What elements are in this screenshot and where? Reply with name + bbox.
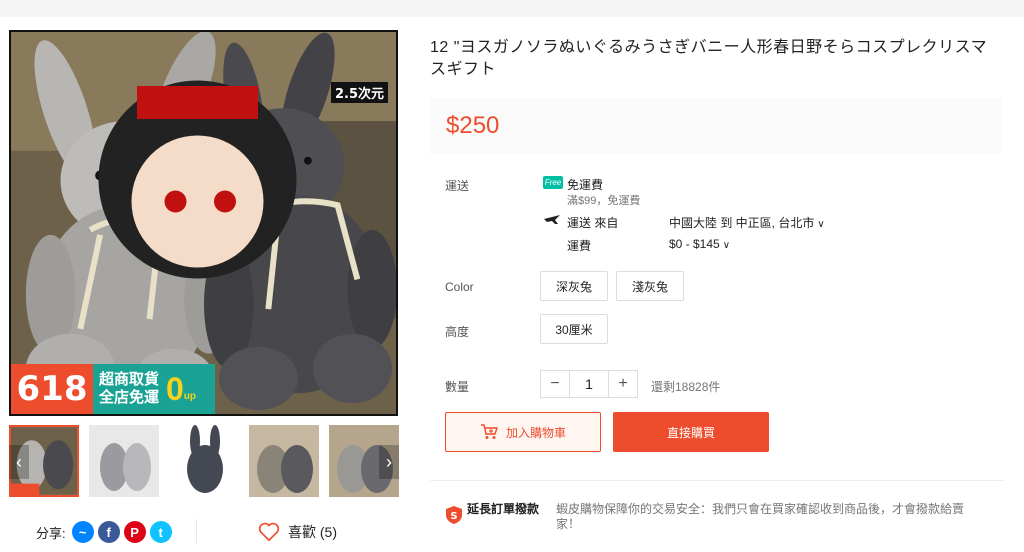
shipping-fee-label: 運費 (567, 239, 592, 253)
guarantee-description: 蝦皮購物保障你的交易安全：我們只會在買家確認收到商品後，才會撥款給賣家！ (556, 502, 965, 531)
facebook-icon[interactable]: f (97, 521, 120, 543)
buy-now-button[interactable]: 直接購買 (613, 412, 769, 452)
guarantee-title: 延長訂單撥款 (467, 502, 540, 516)
promo-banner: 618 超商取貨 全店免運 0 up (11, 364, 215, 414)
quantity-increase-button[interactable]: + (609, 371, 637, 397)
free-shipping-note: 滿$99，免運費 (567, 195, 641, 207)
chevron-down-icon: ∨ (817, 219, 825, 230)
like-count: 喜歡 (5) (288, 524, 337, 540)
promo-zero: 0 (166, 371, 184, 407)
pinterest-icon[interactable]: P (123, 521, 146, 543)
thumbnail-4[interactable] (249, 425, 319, 497)
free-shipping-title: 免運費 (567, 178, 604, 192)
color-option-dark-gray[interactable]: 深灰兔 (540, 271, 608, 301)
cart-icon (480, 424, 498, 439)
color-label: Color (445, 280, 474, 294)
ship-from-label: 運送 來自 (567, 216, 619, 230)
shipping-fee-value: $0 - $145 (669, 237, 720, 251)
share-row: 分享: ~ f P t (36, 520, 176, 544)
svg-text:S: S (450, 511, 457, 522)
thumbnail-3[interactable] (169, 425, 239, 497)
shipping-label: 運送 (445, 179, 470, 193)
thumbnail-strip: ‹ › (9, 425, 399, 499)
section-divider (430, 480, 1004, 481)
free-shipping-icon: Free (543, 176, 563, 189)
promo-text: 超商取貨 全店免運 (93, 371, 159, 407)
thumbnail-2[interactable] (89, 425, 159, 497)
messenger-icon[interactable]: ~ (71, 521, 94, 543)
ship-destination-value: 中國大陸 到 中正區, 台北市 (669, 216, 815, 230)
promo-zero-badge: 0 up (163, 370, 199, 408)
ship-destination[interactable]: 中國大陸 到 中正區, 台北市 ∨ (669, 214, 825, 231)
shipping-fee[interactable]: $0 - $145 ∨ (669, 237, 730, 251)
shield-icon: S (446, 506, 462, 524)
heart-icon (258, 522, 280, 542)
add-to-cart-label: 加入購物車 (505, 425, 566, 440)
promo-line-1: 超商取貨 (99, 371, 160, 388)
quantity-stepper: − 1 + (540, 370, 638, 398)
quantity-label: 數量 (445, 380, 470, 394)
thumbnail-prev-button[interactable]: ‹ (9, 445, 29, 479)
quantity-input[interactable]: 1 (569, 371, 609, 397)
promo-618-badge: 618 (11, 364, 93, 414)
price-box: $250 (430, 98, 1001, 154)
share-divider (196, 519, 197, 543)
brand-label: 2.5次元 (330, 82, 388, 103)
product-title: 12 "ヨスガノソラぬいぐるみうさぎバニー人形春日野そらコスプレクリスマスギフト (430, 39, 988, 78)
share-label: 分享: (36, 525, 66, 541)
color-option-light-gray[interactable]: 淺灰兔 (616, 271, 684, 301)
quantity-decrease-button[interactable]: − (541, 371, 569, 397)
promo-up: up (183, 391, 197, 402)
plane-icon (544, 215, 560, 224)
promo-line-2: 全店免運 (99, 389, 160, 406)
twitter-icon[interactable]: t (149, 521, 172, 543)
like-button[interactable]: 喜歡 (5) (258, 520, 337, 544)
main-product-image[interactable]: 2.5次元 618 超商取貨 全店免運 0 up (9, 30, 398, 416)
product-price: $250 (446, 112, 500, 139)
stock-remaining: 還剩18828件 (651, 380, 721, 394)
add-to-cart-button[interactable]: 加入購物車 (445, 412, 601, 452)
thumbnail-next-button[interactable]: › (379, 445, 399, 479)
chevron-down-icon: ∨ (722, 240, 731, 251)
height-label: 高度 (445, 325, 470, 339)
height-option-30cm[interactable]: 30厘米 (540, 314, 608, 344)
